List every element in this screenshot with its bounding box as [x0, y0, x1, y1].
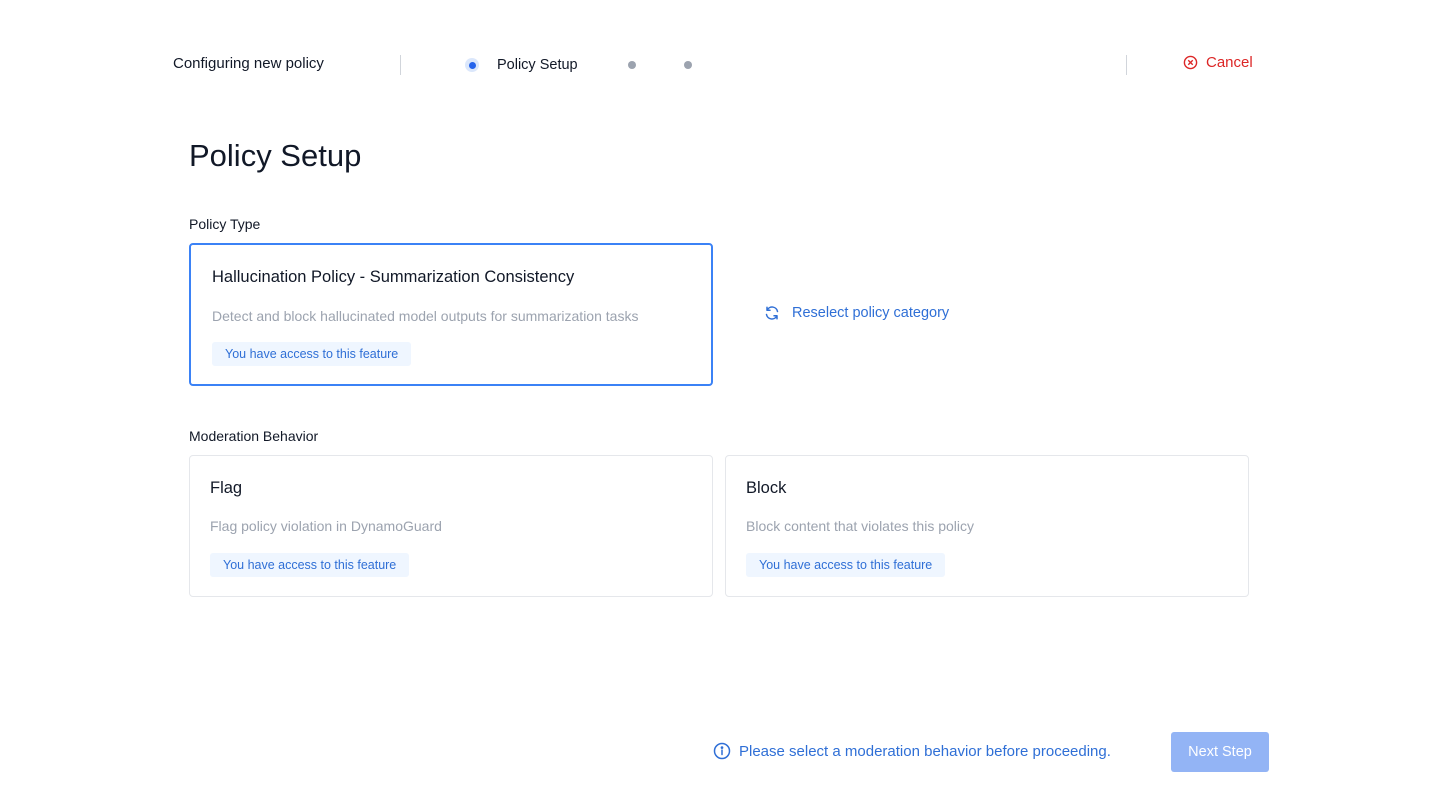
access-badge: You have access to this feature: [746, 553, 946, 577]
header-title: Configuring new policy: [173, 55, 324, 72]
circle-x-icon: [1183, 55, 1198, 70]
moderation-option-flag[interactable]: Flag Flag policy violation in DynamoGuar…: [189, 455, 713, 597]
notice-text: Please select a moderation behavior befo…: [739, 742, 1111, 760]
flag-option-description: Flag policy violation in DynamoGuard: [210, 518, 442, 534]
reselect-label: Reselect policy category: [792, 305, 950, 321]
page-title: Policy Setup: [189, 138, 362, 173]
refresh-icon: [765, 306, 779, 320]
moderation-option-block[interactable]: Block Block content that violates this p…: [725, 455, 1249, 597]
header-divider-right: [1126, 55, 1127, 75]
step-1-label: Policy Setup: [497, 57, 578, 73]
policy-type-label: Policy Type: [189, 216, 261, 232]
cancel-button[interactable]: Cancel: [1183, 54, 1253, 71]
header-divider-left: [400, 55, 401, 75]
moderation-behavior-label: Moderation Behavior: [189, 428, 319, 444]
access-badge: You have access to this feature: [210, 553, 410, 577]
step-3-dot: [684, 61, 692, 69]
reselect-policy-category-button[interactable]: Reselect policy category: [764, 305, 949, 321]
wizard-header: Configuring new policy Policy Setup Canc…: [0, 0, 1432, 130]
policy-card-description: Detect and block hallucinated model outp…: [212, 308, 639, 324]
cancel-label: Cancel: [1206, 54, 1253, 71]
step-1-active-dot: [465, 58, 479, 72]
access-badge: You have access to this feature: [212, 342, 412, 366]
block-option-title: Block: [746, 479, 787, 497]
policy-type-card[interactable]: Hallucination Policy - Summarization Con…: [189, 243, 713, 386]
policy-card-title: Hallucination Policy - Summarization Con…: [212, 268, 575, 286]
info-icon: [713, 742, 731, 760]
validation-notice: Please select a moderation behavior befo…: [713, 742, 1111, 760]
next-step-button[interactable]: Next Step: [1171, 732, 1269, 772]
step-indicator: Policy Setup: [465, 55, 578, 75]
step-2-dot: [628, 61, 636, 69]
block-option-description: Block content that violates this policy: [746, 518, 975, 534]
flag-option-title: Flag: [210, 479, 243, 497]
